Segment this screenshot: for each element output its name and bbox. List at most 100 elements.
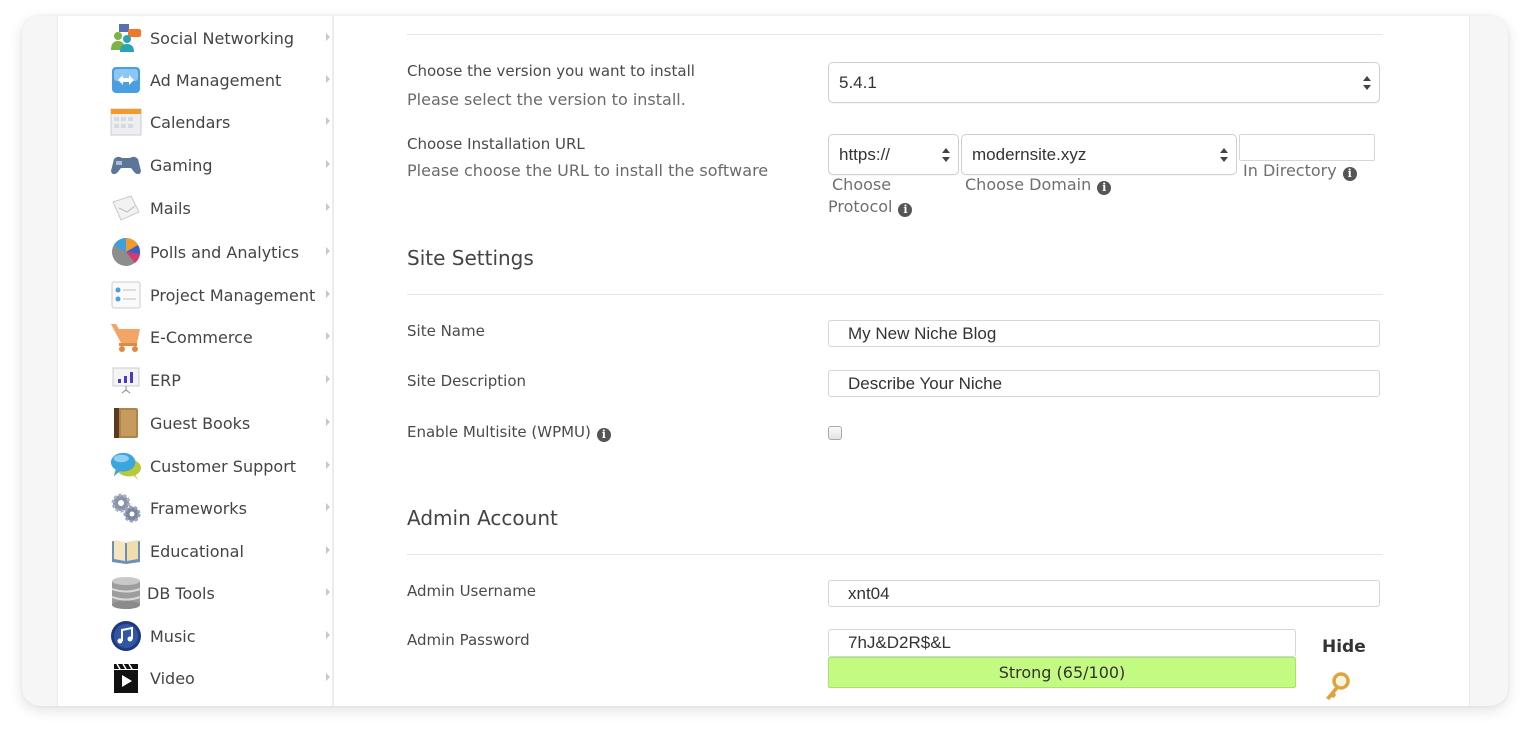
sidebar-item-e-commerce[interactable]: E-Commerce	[110, 319, 330, 355]
protocol-select-value: https://	[839, 144, 891, 164]
password-strength-text: Strong (65/100)	[998, 663, 1126, 682]
chevron-right-icon	[326, 588, 330, 596]
select-arrows-icon	[942, 147, 950, 162]
info-icon[interactable]: i	[1342, 167, 1357, 181]
chevron-right-icon	[326, 75, 330, 83]
protocol-select[interactable]: https://	[828, 134, 959, 175]
multisite-label: Enable Multisite (WPMU) i	[407, 423, 611, 442]
sidebar-item-label: Customer Support	[150, 456, 297, 476]
version-select[interactable]: 5.4.1	[828, 62, 1380, 103]
ad-management-icon	[110, 64, 142, 96]
music-note-icon	[110, 620, 142, 652]
install-form: Choose the version you want to install P…	[407, 16, 1387, 706]
sidebar-item-music[interactable]: Music	[110, 618, 330, 654]
admin-username-label: Admin Username	[407, 582, 537, 600]
gears-icon	[110, 492, 142, 524]
sidebar-item-frameworks[interactable]: Frameworks	[110, 490, 330, 526]
chevron-right-icon	[326, 160, 330, 168]
sidebar-item-calendars[interactable]: Calendars	[110, 104, 330, 140]
admin-password-input[interactable]: 7hJ&D2R$&L	[828, 629, 1296, 657]
info-icon[interactable]: i	[1097, 181, 1112, 195]
sidebar-item-polls-and-analytics[interactable]: Polls and Analytics	[110, 234, 330, 270]
domain-select[interactable]: modernsite.xyz	[961, 134, 1237, 175]
select-arrows-icon	[1220, 147, 1228, 162]
sidebar-item-video[interactable]: Video	[110, 660, 330, 696]
chevron-right-icon	[326, 332, 330, 340]
chevron-right-icon	[326, 375, 330, 383]
chevron-right-icon	[326, 203, 330, 211]
admin-password-label: Admin Password	[407, 631, 530, 649]
sidebar-item-social-networking[interactable]: Social Networking	[110, 20, 330, 56]
open-book-icon	[110, 535, 142, 567]
admin-account-title: Admin Account	[407, 506, 558, 530]
site-description-label: Site Description	[407, 372, 526, 390]
sidebar-item-label: Mails	[150, 198, 191, 218]
domain-select-value: modernsite.xyz	[972, 144, 1087, 164]
protocol-caption: Choose	[832, 175, 892, 194]
clapperboard-icon	[110, 662, 142, 694]
version-label: Choose the version you want to install	[407, 62, 695, 80]
gamepad-icon	[110, 149, 142, 181]
database-icon	[110, 577, 142, 609]
sidebar-item-ad-management[interactable]: Ad Management	[110, 62, 330, 98]
info-icon[interactable]: i	[898, 203, 913, 217]
sidebar-item-mails[interactable]: Mails	[110, 190, 330, 226]
sidebar-item-gaming[interactable]: Gaming	[110, 147, 330, 183]
divider	[407, 34, 1383, 35]
protocol-caption-line2: Protocol i	[828, 197, 913, 217]
chevron-right-icon	[326, 33, 330, 41]
sidebar-item-label: Polls and Analytics	[150, 242, 300, 262]
sidebar-item-label: Video	[150, 668, 195, 688]
checklist-icon	[110, 279, 142, 311]
password-strength-meter: Strong (65/100)	[828, 657, 1296, 688]
sidebar-item-educational[interactable]: Educational	[110, 533, 330, 569]
sidebar-item-customer-support[interactable]: Customer Support	[110, 448, 330, 484]
version-select-value: 5.4.1	[839, 72, 877, 92]
sidebar-item-label: Music	[150, 626, 196, 646]
install-url-help: Please choose the URL to install the sof…	[407, 161, 769, 180]
page-content: Social Networking Ad Management Calendar…	[57, 16, 1470, 706]
shopping-cart-icon	[110, 321, 142, 353]
hide-password-button[interactable]: Hide	[1322, 637, 1366, 657]
category-sidebar: Social Networking Ad Management Calendar…	[58, 16, 334, 706]
mail-icon	[110, 192, 142, 224]
calendar-icon	[110, 106, 142, 138]
multisite-checkbox[interactable]	[828, 426, 842, 440]
version-help: Please select the version to install.	[407, 90, 686, 109]
site-description-input[interactable]: Describe Your Niche	[828, 370, 1380, 397]
sidebar-item-label: Social Networking	[150, 28, 295, 48]
install-url-label: Choose Installation URL	[407, 135, 585, 153]
sidebar-item-label: ERP	[150, 370, 181, 390]
divider	[407, 554, 1383, 555]
bar-chart-board-icon	[110, 364, 142, 396]
site-name-input[interactable]: My New Niche Blog	[828, 320, 1380, 347]
admin-username-input[interactable]: xnt04	[828, 580, 1380, 607]
site-name-label: Site Name	[407, 322, 485, 340]
chevron-right-icon	[326, 290, 330, 298]
sidebar-item-erp[interactable]: ERP	[110, 362, 330, 398]
chevron-right-icon	[326, 673, 330, 681]
browser-frame: Social Networking Ad Management Calendar…	[22, 16, 1508, 706]
sidebar-item-label: Educational	[150, 541, 244, 561]
chat-bubbles-icon	[110, 450, 142, 482]
sidebar-item-db-tools[interactable]: DB Tools	[110, 575, 330, 611]
sidebar-item-label: Ad Management	[150, 70, 282, 90]
sidebar-item-label: Frameworks	[150, 498, 247, 518]
directory-caption: In Directory i	[1243, 161, 1357, 181]
site-settings-title: Site Settings	[407, 246, 534, 270]
sidebar-item-label: Project Management	[150, 285, 316, 305]
sidebar-item-label: Calendars	[150, 112, 231, 132]
book-icon	[110, 407, 142, 439]
directory-input[interactable]	[1239, 134, 1375, 161]
divider	[407, 294, 1383, 295]
sidebar-item-label: DB Tools	[147, 583, 215, 603]
info-icon[interactable]: i	[596, 428, 611, 442]
sidebar-item-label: Guest Books	[150, 413, 251, 433]
chevron-right-icon	[326, 247, 330, 255]
sidebar-item-label: Gaming	[150, 155, 213, 175]
key-icon[interactable]	[1323, 672, 1351, 706]
chevron-right-icon	[326, 631, 330, 639]
sidebar-item-guest-books[interactable]: Guest Books	[110, 405, 330, 441]
chevron-right-icon	[326, 117, 330, 125]
sidebar-item-project-management[interactable]: Project Management	[110, 277, 330, 313]
